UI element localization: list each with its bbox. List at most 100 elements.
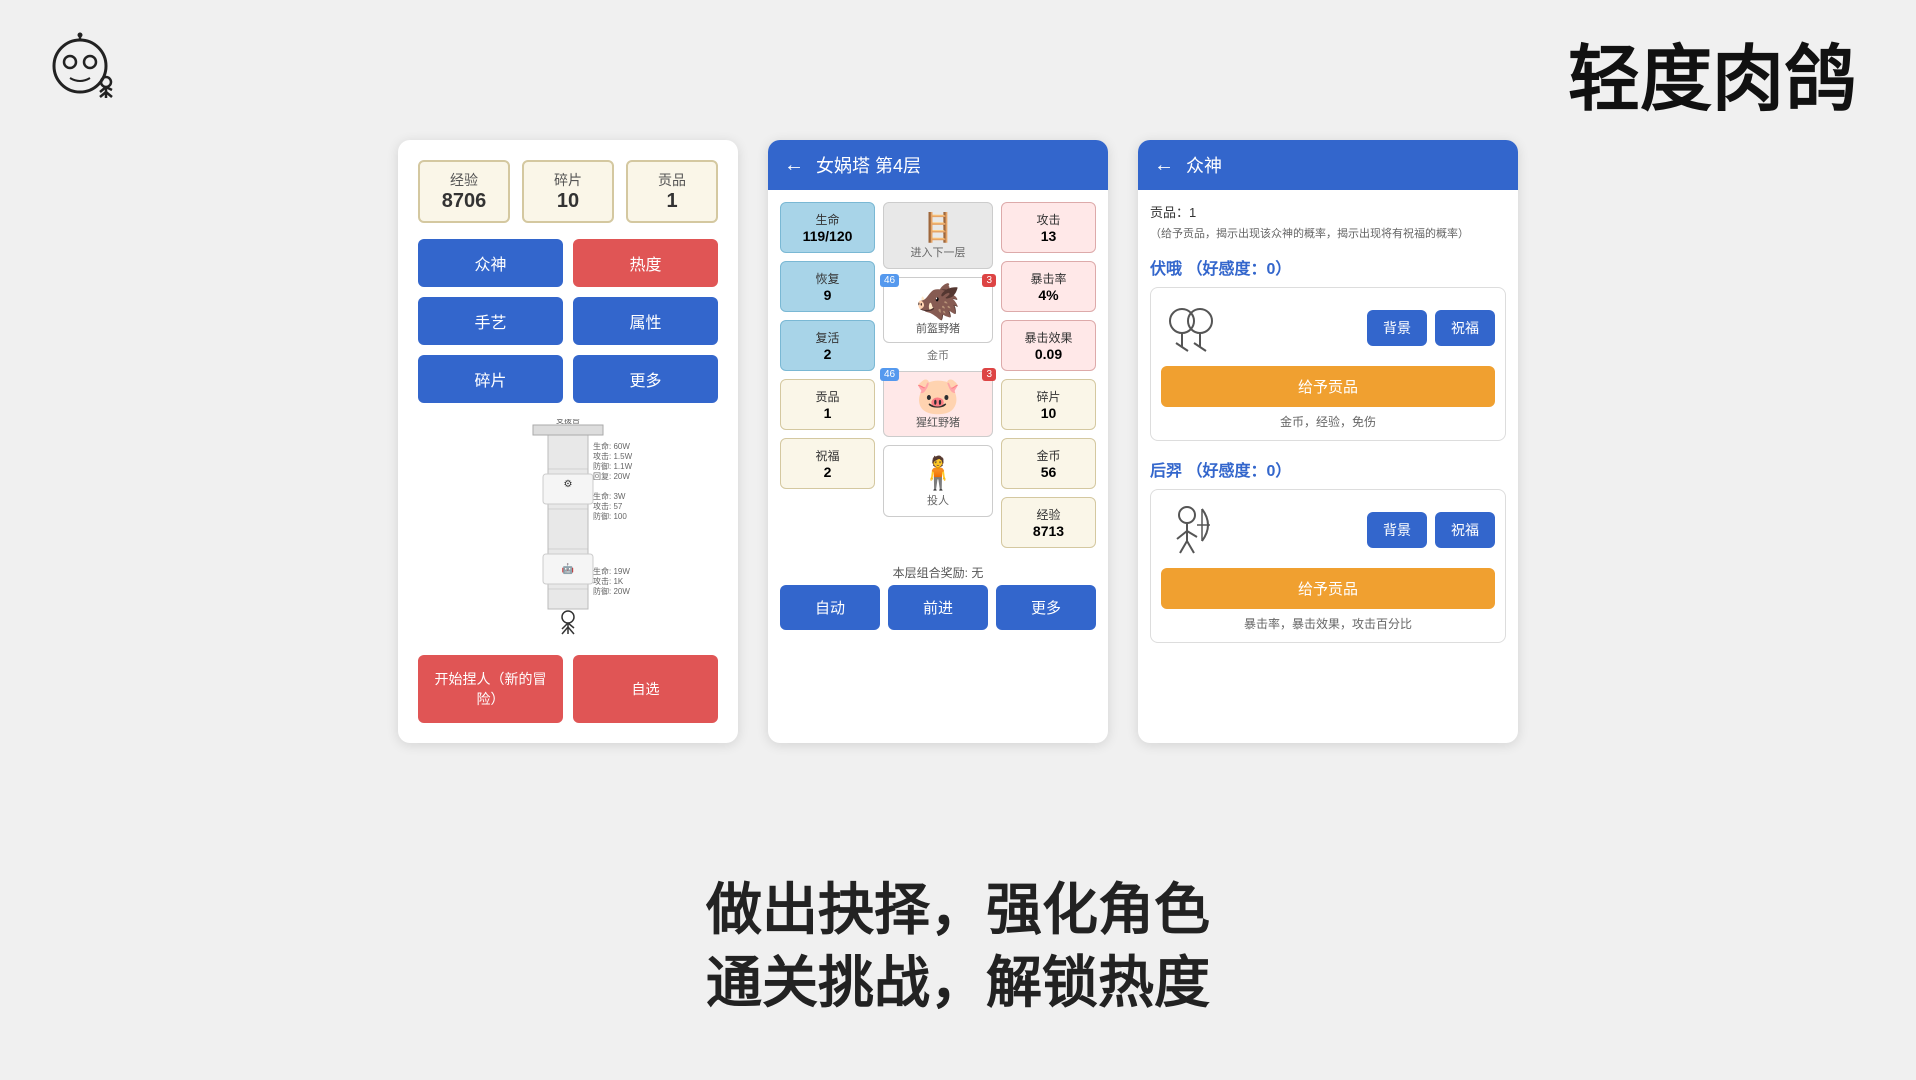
stat-attack-label: 攻击 xyxy=(1010,211,1087,228)
svg-text:攻击: 1.5W: 攻击: 1.5W xyxy=(593,451,633,461)
stat-fragments-label: 碎片 xyxy=(528,170,608,190)
enemy2-badge-right: 3 xyxy=(982,368,996,381)
stat-experience-label: 经验 xyxy=(424,170,504,190)
enemy2-badge-left: 46 xyxy=(880,368,899,381)
menu-btn-fragments[interactable]: 碎片 xyxy=(418,355,563,403)
god2-title: 后羿 （好感度：0） xyxy=(1150,457,1506,481)
svg-text:生命: 60W: 生命: 60W xyxy=(593,441,630,451)
auto-button[interactable]: 自动 xyxy=(780,585,880,630)
stat-tribute2-value: 1 xyxy=(789,405,866,421)
menu-btn-craft[interactable]: 手艺 xyxy=(418,297,563,345)
enemy1-badge-right: 3 xyxy=(982,274,996,287)
enemy1-face: 🐗 xyxy=(890,284,986,320)
gift-info: 贡品：1 xyxy=(1150,202,1506,221)
stat-experience: 经验 8706 xyxy=(418,160,510,223)
stat-fragments-value: 10 xyxy=(528,190,608,213)
more-button[interactable]: 更多 xyxy=(996,585,1096,630)
stat-revive-value: 2 xyxy=(789,346,866,362)
enemy1-inner: 🐗 前盔野猪 xyxy=(884,278,992,342)
god2-top: 背景 祝福 xyxy=(1161,500,1495,560)
player-card: 🧍 投人 xyxy=(883,445,993,517)
svg-text:生命: 3W: 生命: 3W xyxy=(593,491,626,501)
god1-blessing-button[interactable]: 祝福 xyxy=(1435,310,1495,346)
god1-avatar xyxy=(1161,298,1221,358)
svg-text:防御: 100: 防御: 100 xyxy=(593,511,627,521)
menu-btn-attribute[interactable]: 属性 xyxy=(573,297,718,345)
stat-crit-rate-label: 暴击率 xyxy=(1010,270,1087,287)
stats-row: 经验 8706 碎片 10 贡品 1 xyxy=(418,160,718,223)
god2-blessing-button[interactable]: 祝福 xyxy=(1435,512,1495,548)
god1-buttons: 背景 祝福 xyxy=(1231,310,1495,346)
stat-attack: 攻击 13 xyxy=(1001,202,1096,253)
tower-diagram: 支援台 生命: 60W 攻击: 1.5W 防御: 1.1W 回复: 20W ⚙ … xyxy=(438,419,698,639)
stat-experience-value: 8706 xyxy=(424,190,504,213)
god1-top: 背景 祝福 xyxy=(1161,298,1495,358)
god1-name: 伏哦 xyxy=(1150,261,1182,278)
bottom-buttons: 开始捏人（新的冒险） 自选 xyxy=(418,655,718,723)
god1-avatar-icon xyxy=(1162,299,1220,357)
stat-exp-value: 8713 xyxy=(1010,523,1087,539)
battle-title: 女娲塔 第4层 xyxy=(816,152,921,178)
stat-gold: 金币 56 xyxy=(1001,438,1096,489)
svg-text:防御: 1.1W: 防御: 1.1W xyxy=(593,461,633,471)
panel-main-menu: 经验 8706 碎片 10 贡品 1 众神 热度 手艺 属性 碎片 更多 xyxy=(398,140,738,743)
stat-gold-value: 56 xyxy=(1010,464,1087,480)
stat-recover-value: 9 xyxy=(789,287,866,303)
panels-container: 经验 8706 碎片 10 贡品 1 众神 热度 手艺 属性 碎片 更多 xyxy=(60,140,1856,743)
stat-blessing: 祝福 2 xyxy=(780,438,875,489)
menu-btn-gods[interactable]: 众神 xyxy=(418,239,563,287)
enemy2-inner: 🐷 猩红野猪 xyxy=(884,372,992,436)
menu-btn-heat[interactable]: 热度 xyxy=(573,239,718,287)
enemy2-face: 🐷 xyxy=(890,378,986,414)
god2-name: 后羿 xyxy=(1150,463,1182,480)
stat-crit-effect-label: 暴击效果 xyxy=(1010,329,1087,346)
stat-hp-value: 119/120 xyxy=(789,228,866,244)
next-floor-box[interactable]: 🪜 进入下一层 xyxy=(883,202,993,269)
right-stats-col: 攻击 13 暴击率 4% 暴击效果 0.09 碎片 10 金币 56 xyxy=(1001,202,1096,548)
combo-text: 本层组合奖励: 无 xyxy=(768,560,1108,585)
logo-area xyxy=(40,30,120,110)
stat-gold-label: 金币 xyxy=(1010,447,1087,464)
stat-fragments: 碎片 10 xyxy=(522,160,614,223)
god2-avatar-icon xyxy=(1162,501,1220,559)
menu-btn-more[interactable]: 更多 xyxy=(573,355,718,403)
battle-content: 生命 119/120 恢复 9 复活 2 贡品 1 祝福 2 xyxy=(768,190,1108,560)
gods-content: 贡品：1 （给予贡品，揭示出现该众神的概率，揭示出现将有祝福的概率） 伏哦 （好… xyxy=(1138,190,1518,671)
start-new-game-button[interactable]: 开始捏人（新的冒险） xyxy=(418,655,563,723)
panel-battle: ← 女娲塔 第4层 生命 119/120 恢复 9 复活 2 贡品 xyxy=(768,140,1108,743)
god-section-1: 伏哦 （好感度：0） xyxy=(1150,255,1506,441)
god2-background-button[interactable]: 背景 xyxy=(1367,512,1427,548)
panel-gods: ← 众神 贡品：1 （给予贡品，揭示出现该众神的概率，揭示出现将有祝福的概率） … xyxy=(1138,140,1518,743)
advance-button[interactable]: 前进 xyxy=(888,585,988,630)
god2-avatar xyxy=(1161,500,1221,560)
enemy-card-1[interactable]: 46 3 🐗 前盔野猪 xyxy=(883,277,993,343)
battle-back-button[interactable]: ← xyxy=(784,154,804,177)
stat-hp: 生命 119/120 xyxy=(780,202,875,253)
stat-exp-label: 经验 xyxy=(1010,506,1087,523)
enemy-card-2[interactable]: 46 3 🐷 猩红野猪 xyxy=(883,371,993,437)
god2-favor: 好感度：0 xyxy=(1202,463,1275,480)
stat-hp-label: 生命 xyxy=(789,211,866,228)
svg-text:攻击: 57: 攻击: 57 xyxy=(593,501,623,511)
next-floor-label: 进入下一层 xyxy=(892,244,984,260)
gods-back-button[interactable]: ← xyxy=(1154,154,1174,177)
stat-tribute-value: 1 xyxy=(632,190,712,213)
enemy2-name: 猩红野猪 xyxy=(890,414,986,430)
god2-buttons: 背景 祝福 xyxy=(1231,512,1495,548)
stat-tribute: 贡品 1 xyxy=(626,160,718,223)
tower-area: 支援台 生命: 60W 攻击: 1.5W 防御: 1.1W 回复: 20W ⚙ … xyxy=(418,419,718,639)
battle-footer: 自动 前进 更多 xyxy=(768,585,1108,642)
svg-text:攻击: 1K: 攻击: 1K xyxy=(593,576,624,586)
stat-fragments2-label: 碎片 xyxy=(1010,388,1087,405)
god1-give-button[interactable]: 给予贡品 xyxy=(1161,366,1495,407)
god1-background-button[interactable]: 背景 xyxy=(1367,310,1427,346)
bottom-line2: 通关挑战，解锁热度 xyxy=(0,947,1916,1020)
custom-select-button[interactable]: 自选 xyxy=(573,655,718,723)
stat-fragments2-value: 10 xyxy=(1010,405,1087,421)
stat-crit-effect-value: 0.09 xyxy=(1010,346,1087,362)
svg-text:⚙: ⚙ xyxy=(564,479,573,490)
stat-tribute-label: 贡品 xyxy=(632,170,712,190)
god2-card: 背景 祝福 给予贡品 暴击率，暴击效果，攻击百分比 xyxy=(1150,489,1506,643)
god2-give-button[interactable]: 给予贡品 xyxy=(1161,568,1495,609)
svg-text:回复: 20W: 回复: 20W xyxy=(593,471,630,481)
